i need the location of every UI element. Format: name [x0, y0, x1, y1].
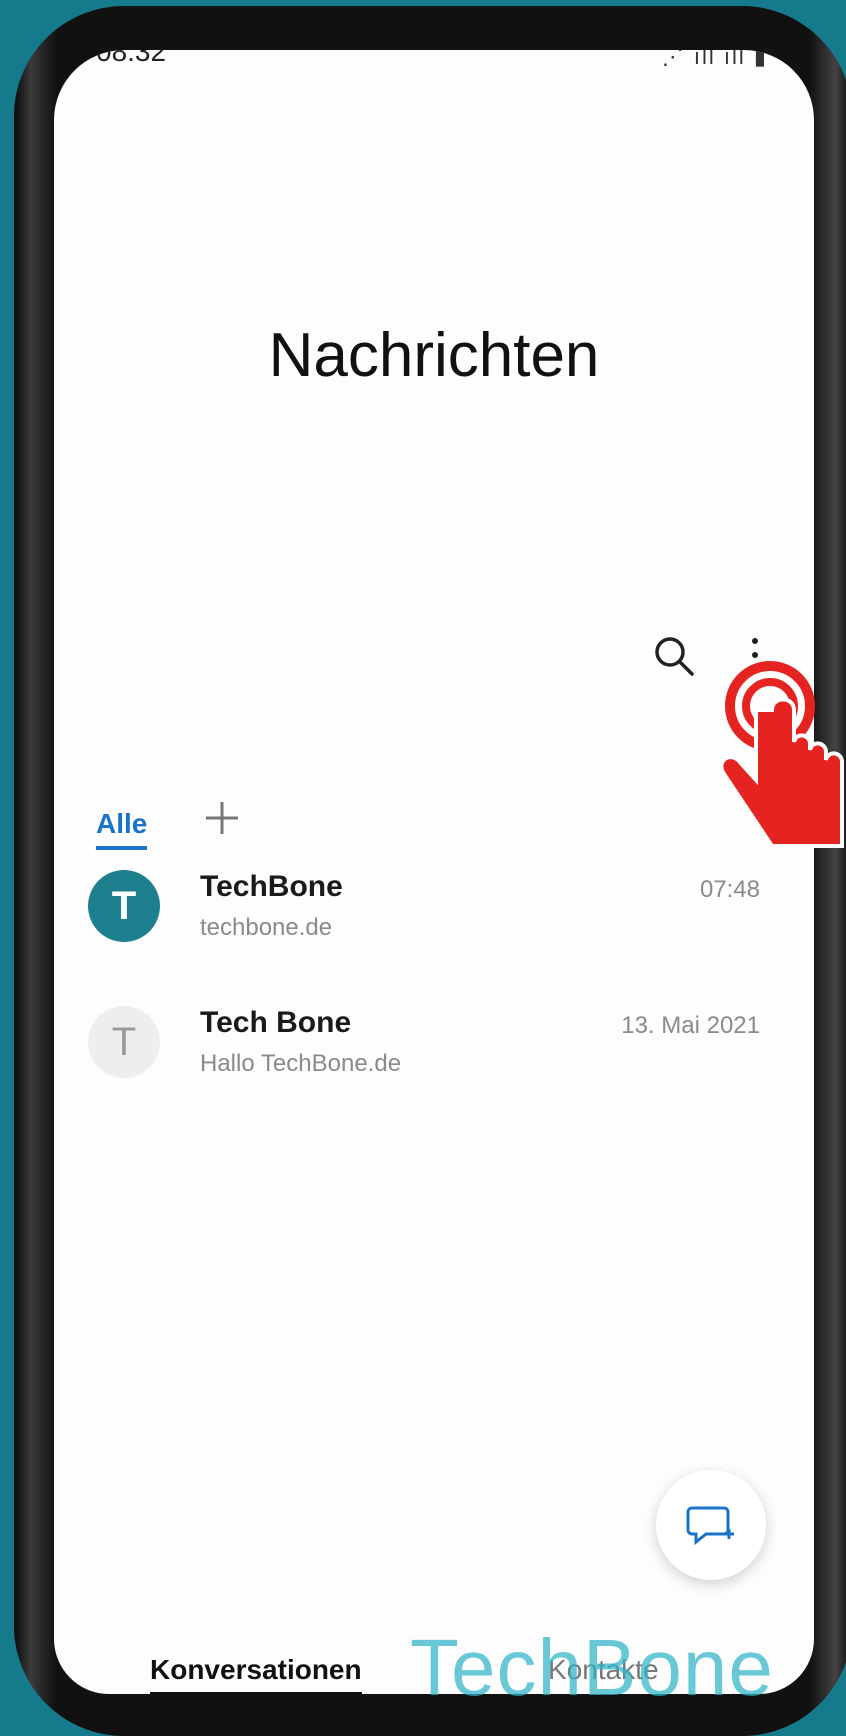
conversation-snippet: techbone.de [200, 914, 333, 941]
techbone-watermark: TechBone [410, 1623, 774, 1712]
tap-hand-icon [719, 661, 844, 848]
add-tab-icon[interactable] [202, 798, 242, 838]
conversation-row[interactable]: T Tech Bone Hallo TechBone.de 13. Mai 20… [54, 986, 814, 1096]
conversation-row[interactable]: T TechBone techbone.de 07:48 [54, 850, 814, 960]
new-chat-icon [686, 1506, 734, 1546]
conversation-time: 07:48 [699, 876, 760, 903]
new-message-button[interactable] [656, 1470, 766, 1580]
avatar: T [88, 870, 160, 942]
conversation-name: Tech Bone [200, 1006, 352, 1039]
tab-alle[interactable]: Alle [96, 808, 148, 850]
conversation-snippet: Hallo TechBone.de [200, 1050, 402, 1077]
nav-konversationen[interactable]: Konversationen [150, 1654, 362, 1694]
conversation-name: TechBone [200, 870, 343, 903]
status-time: 08:32 [96, 50, 167, 67]
messages-screen: 08:32 ⋰ ıll ıll ▮ Nachrichten Alle T Tec… [54, 50, 814, 1694]
page-title: Nachrichten [268, 321, 600, 390]
avatar: T [88, 1006, 160, 1078]
search-icon[interactable] [650, 632, 698, 680]
conversation-time: 13. Mai 2021 [621, 1012, 760, 1039]
status-icons: ⋰ ıll ıll ▮ [661, 50, 768, 69]
